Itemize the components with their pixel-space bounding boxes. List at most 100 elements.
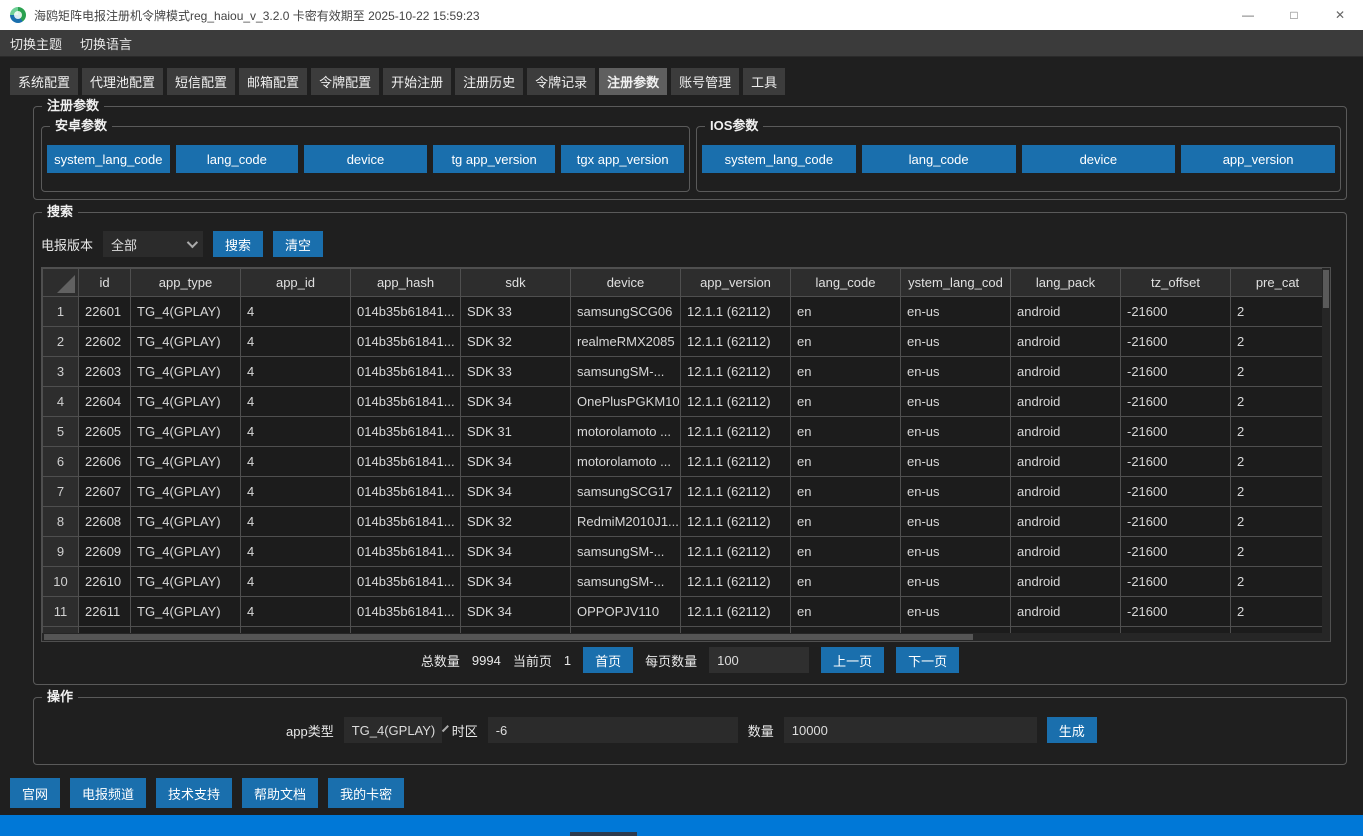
minimize-icon[interactable]: — — [1225, 0, 1271, 30]
table-cell[interactable]: en — [791, 327, 901, 357]
table-cell[interactable]: en-us — [901, 417, 1011, 447]
table-cell[interactable]: -21600 — [1121, 447, 1231, 477]
table-cell[interactable]: en-us — [901, 387, 1011, 417]
table-cell[interactable]: samsungSM-... — [571, 357, 681, 387]
tab-item[interactable]: 注册参数 — [599, 68, 667, 95]
table-cell[interactable]: TG_4(GPLAY) — [131, 597, 241, 627]
table-cell[interactable]: 014b35b61841... — [351, 297, 461, 327]
table-cell[interactable]: 2 — [1231, 417, 1325, 447]
table-cell[interactable]: SDK 33 — [461, 297, 571, 327]
tab-item[interactable]: 注册历史 — [455, 68, 523, 95]
table-cell[interactable]: 4 — [241, 537, 351, 567]
table-cell[interactable]: 2 — [1231, 537, 1325, 567]
table-cell[interactable]: TG_4(GPLAY) — [131, 507, 241, 537]
table-cell[interactable]: 2 — [1231, 327, 1325, 357]
ios-param-button[interactable]: lang_code — [862, 145, 1016, 173]
footer-button[interactable]: 帮助文档 — [242, 778, 318, 808]
ios-param-button[interactable]: app_version — [1181, 145, 1335, 173]
table-cell[interactable]: android — [1011, 327, 1121, 357]
table-cell[interactable]: 2 — [1231, 507, 1325, 537]
table-cell[interactable]: 4 — [241, 417, 351, 447]
table-cell[interactable]: android — [1011, 447, 1121, 477]
table-cell[interactable]: en — [791, 507, 901, 537]
table-cell[interactable]: SDK 32 — [461, 327, 571, 357]
table-cell[interactable]: 4 — [241, 387, 351, 417]
column-header[interactable]: app_type — [131, 269, 241, 297]
table-cell[interactable]: android — [1011, 567, 1121, 597]
android-param-button[interactable]: tg app_version — [433, 145, 556, 173]
table-cell[interactable]: 22603 — [79, 357, 131, 387]
table-cell[interactable]: TG_4(GPLAY) — [131, 417, 241, 447]
row-number[interactable]: 5 — [43, 417, 79, 447]
table-cell[interactable]: en — [791, 417, 901, 447]
table-cell[interactable]: android — [1011, 597, 1121, 627]
table-cell[interactable]: android — [1011, 357, 1121, 387]
table-cell[interactable]: 12.1.1 (62112) — [681, 537, 791, 567]
table-cell[interactable]: 014b35b61841... — [351, 417, 461, 447]
table-cell[interactable]: 22604 — [79, 387, 131, 417]
table-cell[interactable]: 12.1.1 (62112) — [681, 507, 791, 537]
table-cell[interactable]: 22607 — [79, 477, 131, 507]
table-cell[interactable]: en — [791, 297, 901, 327]
table-cell[interactable]: 22608 — [79, 507, 131, 537]
table-cell[interactable]: OnePlusPGKM10 — [571, 387, 681, 417]
row-number[interactable]: 11 — [43, 597, 79, 627]
column-header[interactable]: tz_offset — [1121, 269, 1231, 297]
table-cell[interactable]: -21600 — [1121, 567, 1231, 597]
tab-item[interactable]: 系统配置 — [10, 68, 78, 95]
table-cell[interactable]: 2 — [1231, 357, 1325, 387]
table-cell[interactable]: 014b35b61841... — [351, 537, 461, 567]
row-number[interactable]: 1 — [43, 297, 79, 327]
clear-button[interactable]: 清空 — [273, 231, 323, 257]
table-cell[interactable]: en — [791, 387, 901, 417]
table-cell[interactable]: TG_4(GPLAY) — [131, 297, 241, 327]
row-number[interactable]: 10 — [43, 567, 79, 597]
table-cell[interactable]: 2 — [1231, 567, 1325, 597]
table-cell[interactable]: 22609 — [79, 537, 131, 567]
table-cell[interactable]: en-us — [901, 447, 1011, 477]
table-cell[interactable]: SDK 34 — [461, 477, 571, 507]
table-cell[interactable]: 2 — [1231, 387, 1325, 417]
table-cell[interactable]: 12.1.1 (62112) — [681, 597, 791, 627]
column-header[interactable]: app_version — [681, 269, 791, 297]
table-cell[interactable]: SDK 34 — [461, 567, 571, 597]
table-cell[interactable]: en — [791, 537, 901, 567]
column-header[interactable]: lang_code — [791, 269, 901, 297]
table-cell[interactable]: -21600 — [1121, 327, 1231, 357]
table-cell[interactable]: samsungSCG06 — [571, 297, 681, 327]
android-param-button[interactable]: device — [304, 145, 427, 173]
table-cell[interactable]: RedmiM2010J1... — [571, 507, 681, 537]
app-type-select[interactable]: TG_4(GPLAY) — [344, 717, 442, 743]
table-cell[interactable]: motorolamoto ... — [571, 447, 681, 477]
table-cell[interactable]: 22610 — [79, 567, 131, 597]
table-cell[interactable]: SDK 34 — [461, 537, 571, 567]
generate-button[interactable]: 生成 — [1047, 717, 1097, 743]
table-cell[interactable]: 014b35b61841... — [351, 597, 461, 627]
tab-item[interactable]: 开始注册 — [383, 68, 451, 95]
table-corner-cell[interactable] — [43, 269, 79, 297]
table-cell[interactable]: en — [791, 357, 901, 387]
table-cell[interactable]: en — [791, 477, 901, 507]
table-cell[interactable]: SDK 34 — [461, 447, 571, 477]
column-header[interactable]: app_hash — [351, 269, 461, 297]
android-param-button[interactable]: system_lang_code — [47, 145, 170, 173]
table-cell[interactable]: TG_4(GPLAY) — [131, 537, 241, 567]
tab-item[interactable]: 令牌记录 — [527, 68, 595, 95]
vertical-scroll-thumb[interactable] — [1323, 270, 1329, 308]
table-cell[interactable]: 12.1.1 (62112) — [681, 297, 791, 327]
table-cell[interactable]: en-us — [901, 357, 1011, 387]
column-header[interactable]: device — [571, 269, 681, 297]
table-cell[interactable]: SDK 33 — [461, 357, 571, 387]
table-cell[interactable]: -21600 — [1121, 417, 1231, 447]
table-cell[interactable]: en-us — [901, 537, 1011, 567]
per-page-input[interactable] — [709, 647, 809, 673]
tab-item[interactable]: 邮箱配置 — [239, 68, 307, 95]
table-cell[interactable]: -21600 — [1121, 597, 1231, 627]
footer-button[interactable]: 我的卡密 — [328, 778, 404, 808]
table-cell[interactable]: 12.1.1 (62112) — [681, 567, 791, 597]
android-param-button[interactable]: tgx app_version — [561, 145, 684, 173]
table-cell[interactable]: en-us — [901, 477, 1011, 507]
table-cell[interactable]: TG_4(GPLAY) — [131, 327, 241, 357]
table-cell[interactable]: 12.1.1 (62112) — [681, 357, 791, 387]
row-number[interactable]: 2 — [43, 327, 79, 357]
